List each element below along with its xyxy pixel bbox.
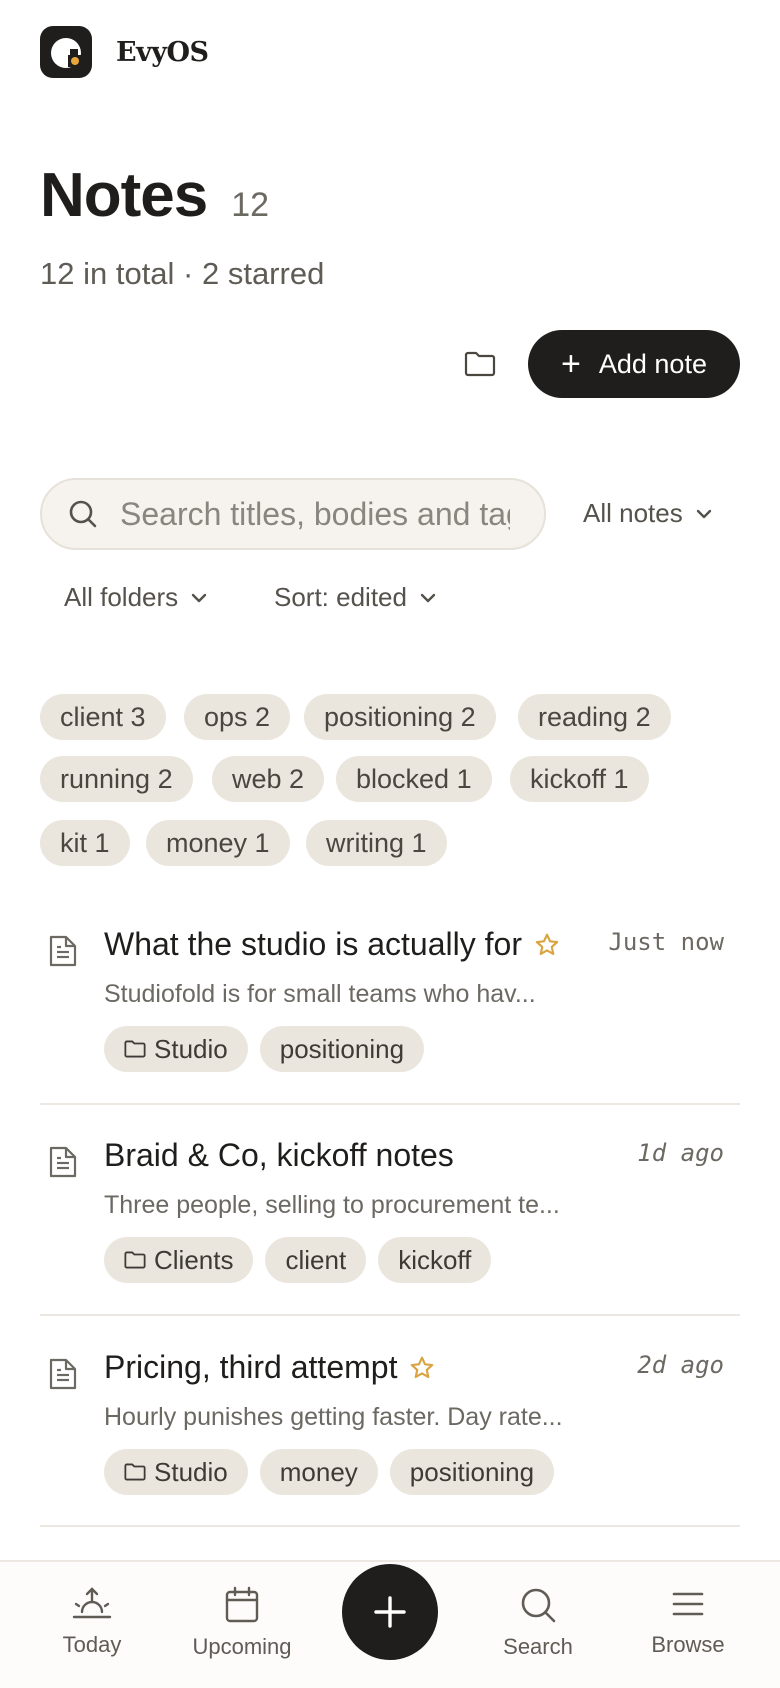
folder-icon [124,1251,146,1269]
nav-today[interactable]: Today [22,1586,162,1658]
folder-icon [124,1463,146,1481]
note-timestamp: 2d ago [637,1351,724,1379]
evy-e-logo-icon [40,26,92,78]
nav-browse-label: Browse [651,1632,725,1657]
tag-chip[interactable]: kickoff 1 [510,756,649,802]
divider [40,1314,740,1316]
sort-dropdown[interactable]: Sort: edited [274,582,437,613]
tag-chip[interactable]: client 3 [40,694,166,740]
tag-chip[interactable]: writing 1 [306,820,447,866]
tag-chip[interactable]: running 2 [40,756,193,802]
note-title-row: Braid & Co, kickoff notes [104,1137,454,1174]
quick-add-button[interactable] [342,1564,438,1660]
chevron-down-icon [191,593,207,602]
search-input[interactable] [120,495,510,533]
tag-chip[interactable]: reading 2 [518,694,671,740]
note-title-row: What the studio is actually for [104,926,560,963]
note-chips: Studio money positioning [104,1449,566,1495]
note-timestamp: Just now [608,928,724,956]
note-tag-chip[interactable]: positioning [259,1026,425,1072]
note-chips: Clients client kickoff [104,1237,503,1283]
add-note-button[interactable]: + Add note [528,330,740,398]
tag-chip[interactable]: web 2 [212,756,325,802]
document-icon [49,1358,77,1390]
notes-summary: 12 in total · 2 starred [40,256,325,291]
note-tag-chip[interactable]: money [259,1449,378,1495]
chevron-down-icon [696,509,711,518]
tag-chip[interactable]: blocked 1 [336,756,492,802]
nav-today-label: Today [62,1632,122,1657]
nav-search-label: Search [503,1634,573,1659]
search-icon [69,500,97,528]
sort-label: Sort: edited [274,582,407,612]
folder-chip-label: Clients [154,1244,234,1275]
note-list-item[interactable]: What the studio is actually for Just now… [40,926,740,1086]
page-header: Notes 12 [40,160,269,231]
note-timestamp: 1d ago [637,1139,724,1167]
note-tag-chip[interactable]: kickoff [378,1237,492,1283]
note-excerpt: Hourly punishes getting faster. Day rate… [104,1403,563,1431]
tag-chip[interactable]: kit 1 [40,820,130,866]
nav-upcoming-label: Upcoming [192,1634,292,1659]
scope-filter-label: All notes [583,498,683,528]
note-excerpt: Three people, selling to procurement te.… [104,1191,560,1219]
folder-chip-label: Studio [154,1456,228,1487]
folder-icon [124,1040,146,1058]
divider [40,1103,740,1105]
search-bar[interactable] [40,478,546,550]
note-title: What the studio is actually for [104,926,522,962]
sunrise-icon [72,1587,112,1619]
note-title: Braid & Co, kickoff notes [104,1137,454,1173]
document-icon [49,935,77,967]
folder-icon [464,351,496,377]
brand-name: EvyOS [116,36,209,68]
menu-icon [672,1592,704,1616]
tag-chip[interactable]: money 1 [146,820,290,866]
calendar-icon [225,1586,259,1623]
note-title: Pricing, third attempt [104,1349,398,1385]
folder-chip[interactable]: Studio [104,1449,248,1495]
chevron-down-icon [420,593,436,602]
document-icon [49,1146,77,1178]
tag-chip[interactable]: positioning 2 [304,694,496,740]
folders-filter-dropdown[interactable]: All folders [64,582,208,613]
add-note-label: Add note [598,348,707,379]
nav-search[interactable]: Search [468,1586,608,1660]
note-tag-chip[interactable]: client [265,1237,367,1283]
note-list-item[interactable]: Braid & Co, kickoff notes 1d ago Three p… [40,1137,740,1297]
note-chips: Studio positioning [104,1026,436,1072]
page-title: Notes [40,161,208,230]
note-title-row: Pricing, third attempt [104,1349,435,1386]
plus-icon: + [561,345,581,383]
folder-chip-label: Studio [154,1033,228,1064]
star-icon[interactable] [409,1355,435,1381]
tag-chip[interactable]: ops 2 [184,694,291,740]
nav-upcoming[interactable]: Upcoming [172,1586,312,1660]
search-icon [521,1588,556,1623]
folder-button[interactable] [458,342,502,386]
brand[interactable]: EvyOS [40,26,209,78]
plus-icon [374,1596,406,1628]
folder-chip[interactable]: Clients [104,1237,254,1283]
folder-chip[interactable]: Studio [104,1026,248,1072]
note-tag-chip[interactable]: positioning [389,1449,555,1495]
note-excerpt: Studiofold is for small teams who hav... [104,980,536,1008]
divider [40,1525,740,1527]
notes-count: 12 [231,186,270,224]
notes-page: EvyOS Notes 12 12 in total · 2 starred +… [0,0,780,1688]
scope-filter-dropdown[interactable]: All notes [583,498,713,529]
note-list-item[interactable]: Pricing, third attempt 2d ago Hourly pun… [40,1349,740,1509]
star-icon[interactable] [534,932,560,958]
nav-browse[interactable]: Browse [618,1586,758,1658]
folders-filter-label: All folders [64,582,179,612]
